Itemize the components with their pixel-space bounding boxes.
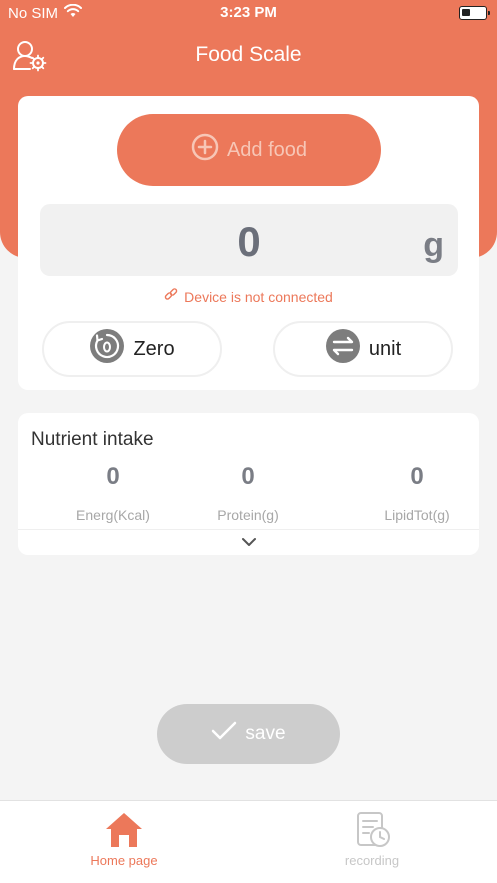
add-food-button[interactable]: Add food: [117, 114, 381, 186]
nutrient-value: 0: [241, 463, 255, 490]
checkmark-icon: [211, 721, 237, 747]
save-button[interactable]: save: [157, 704, 340, 764]
page-title: Food Scale: [195, 43, 302, 66]
nutrient-label: Protein(g): [217, 507, 279, 523]
divider: [18, 529, 479, 530]
unit-button[interactable]: unit: [273, 321, 453, 377]
tab-bar: Home page recording: [0, 800, 497, 883]
weight-display: 0 g: [40, 204, 458, 276]
nutrient-card: Nutrient intake 0 Energ(Kcal) 0 Protein(…: [18, 413, 479, 555]
status-bar: No SIM 3:23 PM: [0, 0, 497, 26]
swap-arrows-icon: [325, 328, 361, 370]
nutrient-protein: 0 Protein(g): [183, 463, 313, 523]
scale-card: Add food 0 g Device is not connected Zer…: [18, 96, 479, 390]
plus-circle-icon: [191, 133, 219, 167]
tab-label: recording: [344, 853, 400, 868]
nutrient-value: 0: [106, 463, 120, 490]
unit-label: unit: [368, 337, 402, 360]
tab-home[interactable]: Home page: [44, 811, 204, 868]
nutrient-label: LipidTot(g): [384, 507, 450, 523]
device-status-text: Device is not connected: [184, 288, 333, 305]
home-icon: [106, 813, 142, 847]
nutrient-energy: 0 Energ(Kcal): [48, 463, 178, 523]
weight-value: 0: [237, 218, 261, 265]
add-food-label: Add food: [226, 138, 308, 161]
nutrient-value: 0: [410, 463, 424, 490]
zero-label: Zero: [133, 337, 175, 360]
save-label: save: [245, 723, 286, 744]
nutrient-label: Energ(Kcal): [76, 507, 150, 523]
device-status: Device is not connected: [18, 288, 479, 305]
nutrient-lipid: 0 LipidTot(g): [352, 463, 482, 523]
zero-reset-icon: [89, 328, 125, 370]
nutrient-title: Nutrient intake: [31, 429, 154, 450]
chevron-down-icon[interactable]: [240, 535, 258, 554]
zero-button[interactable]: Zero: [42, 321, 222, 377]
link-icon: [164, 288, 178, 305]
tab-label: Home page: [90, 853, 158, 868]
tab-recording[interactable]: recording: [292, 811, 452, 868]
battery-icon: [459, 6, 490, 20]
record-history-icon: [357, 812, 390, 847]
status-time: 3:23 PM: [220, 4, 277, 21]
weight-unit: g: [423, 226, 444, 264]
